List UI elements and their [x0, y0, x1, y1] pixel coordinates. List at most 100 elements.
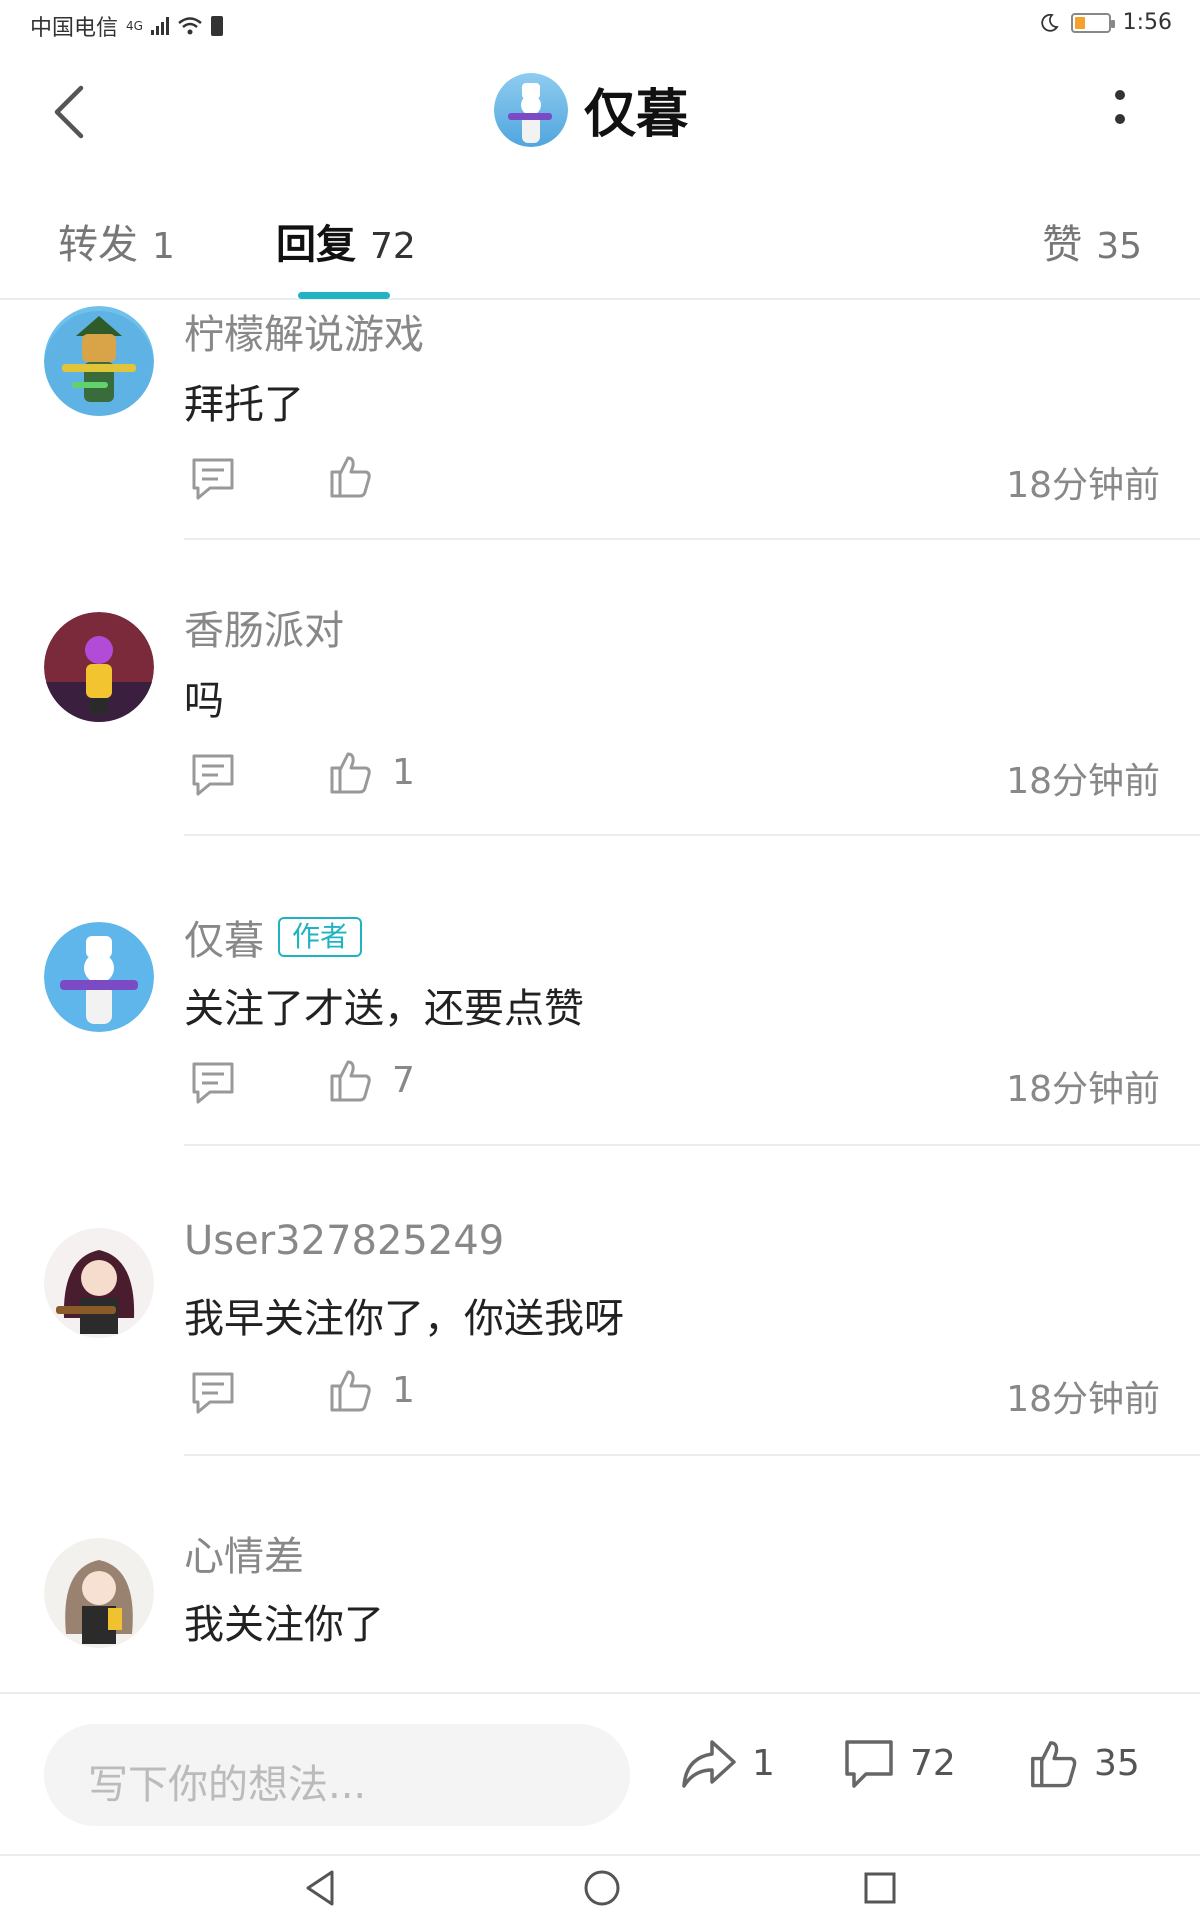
- share-button[interactable]: 1: [680, 1736, 775, 1790]
- comment-item: 仅暮 作者 关注了才送，还要点赞 7 18分钟前: [0, 912, 1200, 1218]
- tab-reposts[interactable]: 转发 1: [58, 212, 175, 270]
- comment-item: User327825249 我早关注你了，你送我呀 1 18分钟前: [0, 1218, 1200, 1526]
- page-title: 仅暮: [584, 85, 689, 145]
- like-count: 1: [392, 1369, 415, 1411]
- status-left: 中国电信 4G: [30, 10, 223, 42]
- comment-list: 柠檬解说游戏 拜托了 18分钟前 香肠派对 吗 1 18分钟前 仅暮 作者 关注…: [0, 302, 1200, 1692]
- comment-username[interactable]: 心情差: [184, 1524, 304, 1582]
- comment-text: 拜托了: [184, 382, 304, 428]
- comment-header: 柠檬解说游戏: [184, 302, 424, 360]
- like-count: 35: [1094, 1742, 1140, 1784]
- comment-count: 72: [910, 1742, 956, 1784]
- comment-actions: 1 18分钟前: [184, 1364, 1160, 1420]
- like-count: 7: [392, 1059, 415, 1101]
- tab-label: 赞: [1042, 222, 1083, 268]
- comment-username[interactable]: 香肠派对: [184, 598, 344, 656]
- comment-input-placeholder: 写下你的想法...: [88, 1762, 367, 1808]
- tab-label: 转发: [58, 222, 138, 268]
- thumbs-up-icon: [330, 752, 371, 794]
- comment-divider: [184, 1144, 1200, 1146]
- header-user[interactable]: 仅暮: [494, 72, 688, 147]
- like-button[interactable]: 1: [326, 748, 415, 796]
- comments-button[interactable]: 72: [842, 1736, 956, 1790]
- comment-item: 香肠派对 吗 1 18分钟前: [0, 604, 1200, 910]
- status-right: 1:56: [1039, 10, 1172, 35]
- like-button[interactable]: [326, 452, 392, 500]
- moon-icon: [1040, 13, 1059, 32]
- carrier-name: 中国电信: [30, 16, 119, 41]
- avatar[interactable]: [44, 1538, 154, 1648]
- tab-label: 回复: [276, 222, 356, 268]
- like-count: 1: [392, 751, 415, 793]
- reply-icon[interactable]: [188, 1368, 238, 1416]
- like-button[interactable]: 7: [326, 1056, 415, 1104]
- comment-text: 关注了才送，还要点赞: [184, 986, 584, 1032]
- back-button[interactable]: [38, 82, 98, 142]
- comment-divider: [184, 1454, 1200, 1456]
- comment-item: 柠檬解说游戏 拜托了 18分钟前: [0, 302, 1200, 604]
- comment-username[interactable]: User327825249: [184, 1218, 504, 1264]
- comment-time: 18分钟前: [1006, 761, 1160, 802]
- avatar[interactable]: [44, 612, 154, 722]
- comment-time: 18分钟前: [1006, 1379, 1160, 1420]
- tab-count: 72: [370, 226, 416, 267]
- reply-list-screen: 中国电信 4G 1:56 仅暮 转发 1 回复 72 赞 35 柠檬解说游戏 拜…: [0, 0, 1200, 1920]
- reply-icon[interactable]: [188, 1058, 238, 1106]
- nav-home-icon[interactable]: [582, 1868, 622, 1908]
- share-icon: [682, 1740, 736, 1788]
- comment-header: 香肠派对: [184, 598, 344, 656]
- thumbs-up-icon: [330, 1370, 371, 1412]
- status-bar: 中国电信 4G 1:56: [0, 0, 1200, 50]
- comment-text: 吗: [184, 678, 224, 724]
- comment-header: User327825249: [184, 1218, 504, 1264]
- tab-count: 35: [1096, 226, 1142, 267]
- thumbs-up-icon: [330, 1060, 371, 1102]
- comment-divider: [184, 538, 1200, 540]
- comment-header: 仅暮 作者: [184, 908, 363, 966]
- comment-username[interactable]: 柠檬解说游戏: [184, 302, 424, 360]
- chevron-left-icon: [54, 85, 84, 139]
- like-post-button[interactable]: 35: [1026, 1736, 1140, 1790]
- bottom-action-bar: 写下你的想法... 1 72 35: [0, 1692, 1200, 1854]
- reply-icon[interactable]: [188, 750, 238, 798]
- avatar[interactable]: [44, 922, 154, 1032]
- comment-actions: 18分钟前: [184, 450, 1160, 506]
- active-tab-indicator: [298, 292, 390, 299]
- more-vertical-icon: [1115, 90, 1125, 100]
- comment-time: 18分钟前: [1006, 1069, 1160, 1110]
- more-button[interactable]: [1100, 90, 1140, 150]
- tab-likes[interactable]: 赞 35: [1042, 212, 1142, 270]
- comment-header: 心情差: [184, 1524, 304, 1582]
- battery-alert-icon: [210, 16, 223, 36]
- comment-text: 我早关注你了，你送我呀: [184, 1296, 624, 1342]
- comment-time: 18分钟前: [1006, 465, 1160, 506]
- nav-back-icon[interactable]: [302, 1868, 338, 1908]
- comment-icon: [845, 1740, 893, 1788]
- user-avatar: [494, 72, 568, 147]
- comment-text: 我关注你了: [184, 1602, 384, 1648]
- thumbs-up-icon: [1031, 1741, 1077, 1788]
- tab-replies[interactable]: 回复 72: [276, 212, 416, 270]
- nav-recents-icon[interactable]: [862, 1870, 898, 1906]
- comment-input[interactable]: 写下你的想法...: [44, 1724, 630, 1826]
- network-type: 4G: [126, 19, 143, 33]
- avatar[interactable]: [44, 306, 154, 416]
- signal-icon: [150, 17, 169, 35]
- system-nav-bar: [0, 1854, 1200, 1920]
- avatar[interactable]: [44, 1228, 154, 1338]
- battery-icon: [1070, 12, 1115, 33]
- comment-actions: 1 18分钟前: [184, 746, 1160, 802]
- tab-bar: 转发 1 回复 72 赞 35: [0, 200, 1200, 300]
- tab-count: 1: [152, 226, 175, 267]
- like-button[interactable]: 1: [326, 1366, 415, 1414]
- author-badge: 作者: [278, 917, 363, 957]
- share-count: 1: [752, 1742, 775, 1784]
- comment-actions: 7 18分钟前: [184, 1054, 1160, 1110]
- comment-username[interactable]: 仅暮: [184, 908, 264, 966]
- comment-item: 心情差 我关注你了: [0, 1528, 1200, 1692]
- comment-divider: [184, 834, 1200, 836]
- top-header: 仅暮: [0, 60, 1200, 170]
- status-time: 1:56: [1122, 10, 1172, 35]
- thumbs-up-icon: [330, 456, 371, 498]
- reply-icon[interactable]: [188, 454, 238, 502]
